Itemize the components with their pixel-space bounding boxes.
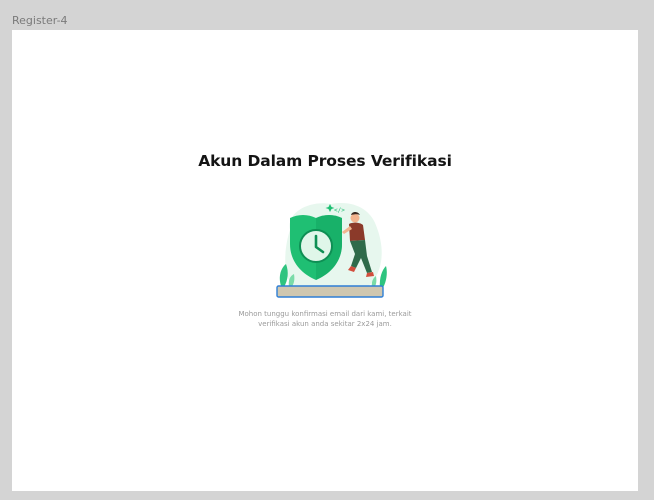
person-head bbox=[350, 213, 360, 223]
verification-message: Mohon tunggu konfirmasi email dari kami,… bbox=[212, 309, 438, 329]
person-shirt bbox=[349, 222, 365, 241]
image-placeholder bbox=[276, 285, 384, 298]
verification-illustration: </> bbox=[276, 196, 391, 300]
frame-label: Register-4 bbox=[12, 14, 68, 27]
svg-text:</>: </> bbox=[334, 207, 345, 214]
leaf-right bbox=[379, 266, 387, 288]
message-line-2: verifikasi akun anda sekitar 2x24 jam. bbox=[258, 320, 392, 328]
leaf-left bbox=[279, 264, 288, 287]
message-line-1: Mohon tunggu konfirmasi email dari kami,… bbox=[238, 310, 412, 318]
artboard: Akun Dalam Proses Verifikasi </> Mohon t… bbox=[12, 30, 638, 491]
page-title: Akun Dalam Proses Verifikasi bbox=[198, 152, 452, 170]
